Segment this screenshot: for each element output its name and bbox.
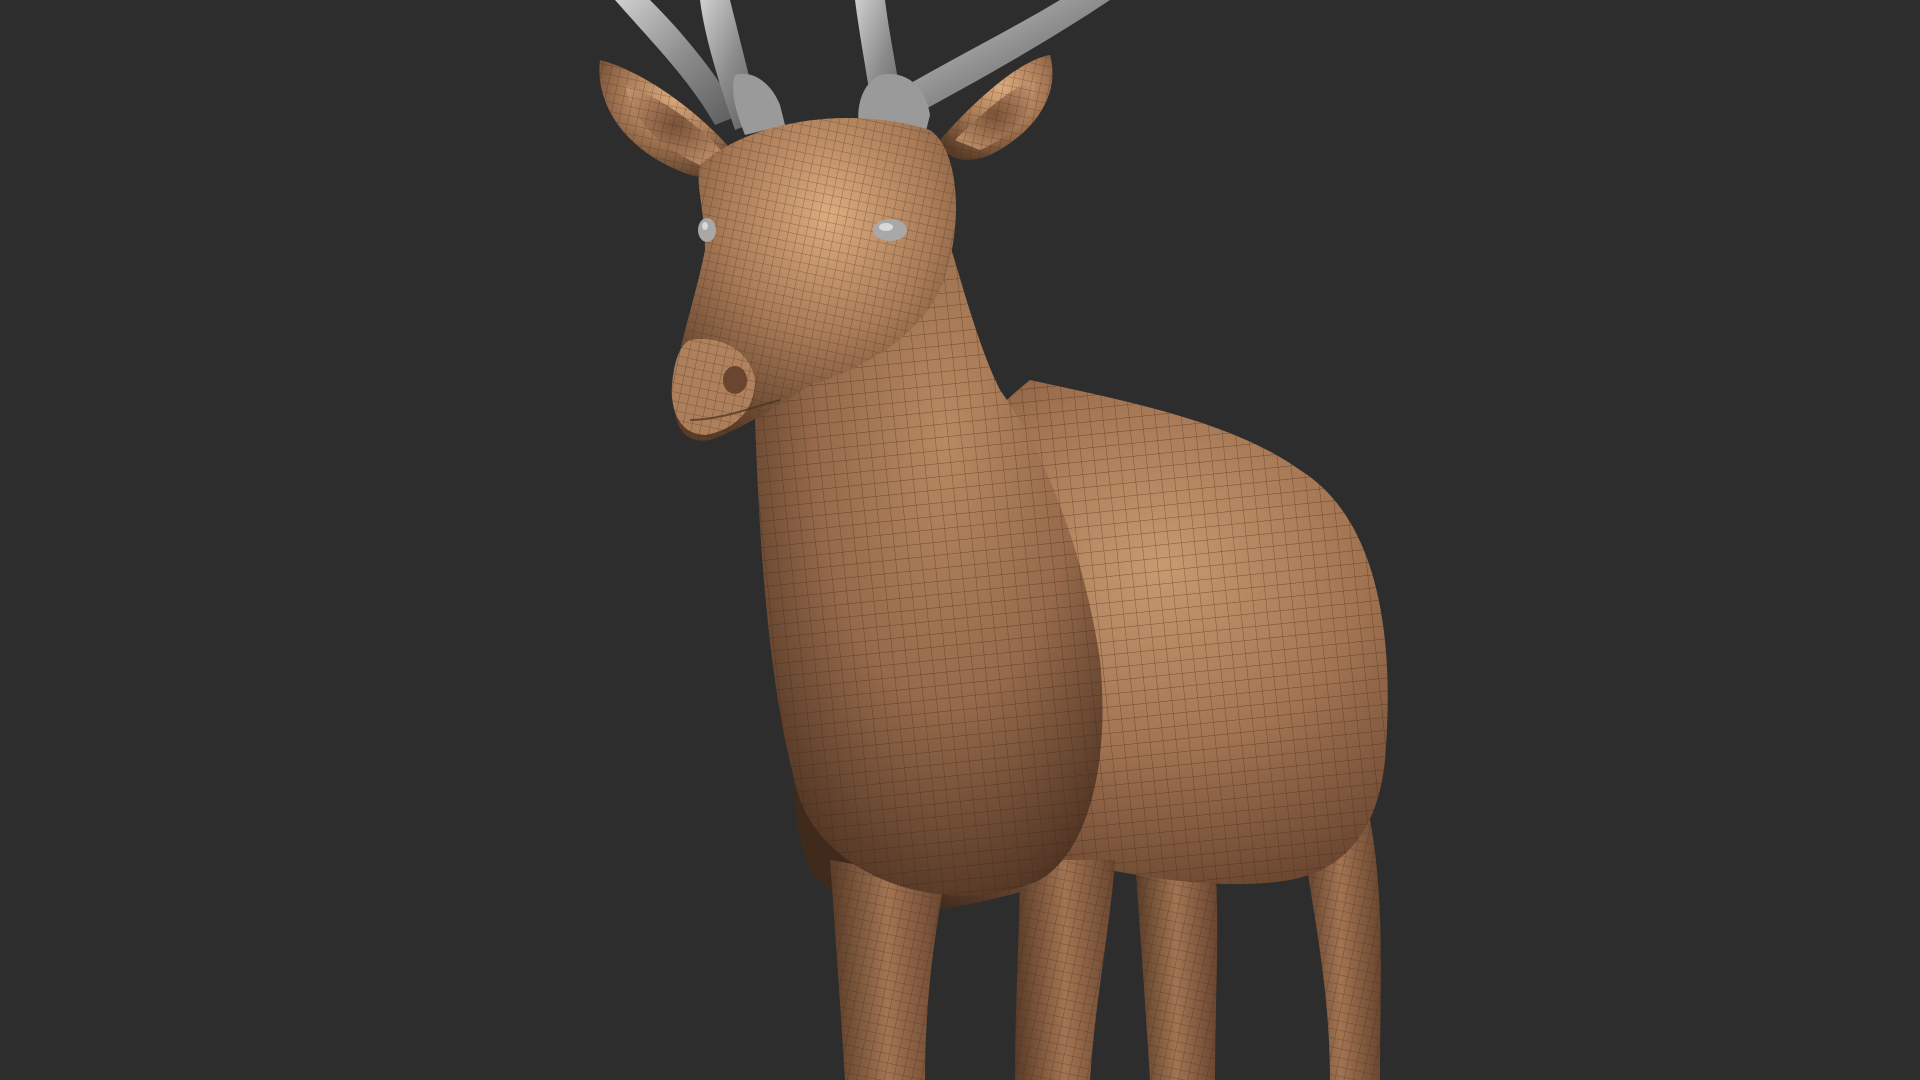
nostril-right <box>723 366 747 394</box>
3d-viewport[interactable] <box>0 0 1920 1080</box>
deer-model[interactable] <box>0 0 1920 1080</box>
eye-right <box>873 219 907 241</box>
front-leg-right <box>1015 860 1115 1080</box>
front-leg-left <box>830 860 945 1080</box>
hind-leg-left <box>1135 860 1218 1080</box>
eye-left <box>698 218 716 242</box>
